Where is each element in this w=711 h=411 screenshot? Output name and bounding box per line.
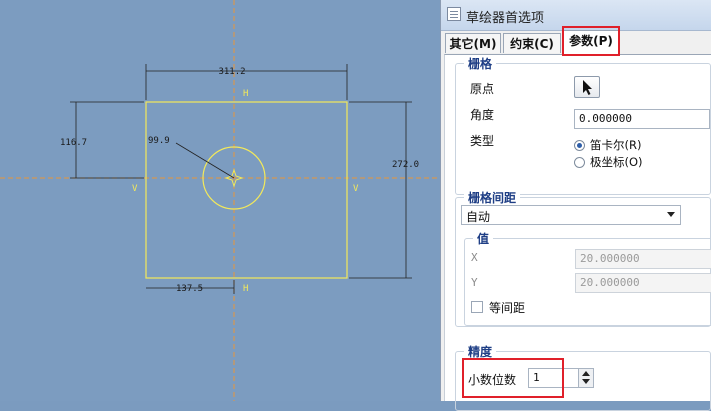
constraint-h-top: H (243, 89, 248, 99)
grid-group: 栅格 原点 角度 0.000000 类型 笛卡尔(R) 极坐标(O) (455, 55, 711, 195)
cursor-arrow-icon (583, 80, 592, 95)
origin-pick-button[interactable] (574, 76, 600, 98)
grid-spacing-title: 栅格间距 (464, 189, 521, 206)
x-label: X (471, 251, 478, 264)
constraint-h-bottom: H (243, 284, 248, 294)
spacing-value-title: 值 (473, 230, 494, 247)
dim-width-top[interactable]: 311.2 (218, 67, 245, 77)
x-spacing-input[interactable]: 20.000000 (575, 249, 711, 269)
cartesian-radio[interactable] (574, 140, 585, 151)
sketch-svg[interactable]: 311.2 116.7 272.0 99.9 137.5 H H V V (0, 0, 440, 401)
y-spacing-input[interactable]: 20.000000 (575, 273, 711, 293)
dim-bottom-offset[interactable]: 137.5 (176, 284, 203, 294)
sketch-rectangle[interactable] (145, 101, 348, 279)
angle-input[interactable]: 0.000000 (574, 109, 710, 129)
parameters-panel: 栅格 原点 角度 0.000000 类型 笛卡尔(R) 极坐标(O) 栅格间距 … (444, 54, 711, 411)
precision-highlight-box (462, 358, 564, 398)
polar-radio[interactable] (574, 157, 585, 168)
tab-highlight-box (562, 26, 620, 56)
dim-height-left[interactable]: 116.7 (60, 138, 87, 148)
dialog-title: 草绘器首选项 (466, 11, 545, 26)
constraint-v-right: V (353, 184, 359, 194)
dim-height-right[interactable]: 272.0 (392, 160, 419, 170)
type-label: 类型 (470, 134, 495, 148)
spacing-mode-select[interactable]: 自动 (461, 205, 681, 225)
sketch-canvas[interactable]: 311.2 116.7 272.0 99.9 137.5 H H V V (0, 0, 440, 401)
equal-spacing-checkbox[interactable] (471, 301, 483, 313)
tab-misc[interactable]: 其它(M) (445, 33, 501, 53)
spacing-mode-value: 自动 (466, 210, 491, 224)
spacing-value-group: 值 X 20.000000 Y 20.000000 等间距 (464, 230, 711, 326)
grid-spacing-group: 栅格间距 自动 值 X 20.000000 Y 20.000000 等间距 (455, 189, 711, 327)
chevron-down-icon (667, 212, 675, 217)
angle-label: 角度 (470, 108, 495, 122)
origin-label: 原点 (470, 82, 495, 96)
dialog-icon (447, 7, 461, 21)
constraint-v-left: V (132, 184, 138, 194)
equal-spacing-label[interactable]: 等间距 (489, 299, 525, 316)
polar-radio-label[interactable]: 极坐标(O) (590, 154, 643, 170)
dim-diameter[interactable]: 99.9 (148, 136, 170, 146)
tab-constraints[interactable]: 约束(C) (503, 33, 561, 53)
stepper-down-icon[interactable] (582, 379, 590, 384)
stepper-up-icon[interactable] (582, 371, 590, 376)
y-label: Y (471, 276, 478, 289)
sketcher-preferences-dialog: 草绘器首选项 其它(M) 约束(C) 参数(P) 栅格 原点 角度 0.0000… (440, 0, 711, 411)
cartesian-radio-label[interactable]: 笛卡尔(R) (590, 137, 641, 153)
grid-group-title: 栅格 (464, 55, 497, 72)
stepper-buttons[interactable] (578, 369, 593, 387)
